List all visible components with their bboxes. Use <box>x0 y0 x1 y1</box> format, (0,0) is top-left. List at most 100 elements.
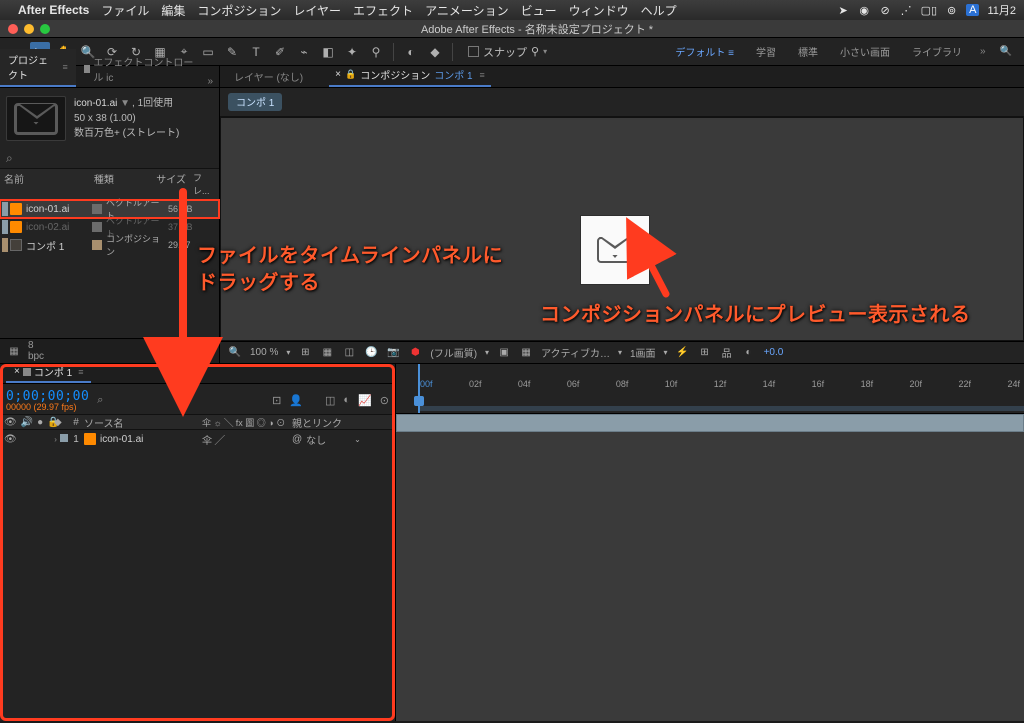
mask-mode-icon[interactable]: ◐ <box>401 42 421 62</box>
parent-dropdown[interactable]: なし <box>306 432 326 447</box>
lock-icon[interactable]: 🔒 <box>345 69 356 80</box>
col-switches[interactable]: 伞 ☼ ╲ fx 圖 ◎ ◑ ⊙ <box>202 416 292 429</box>
tab-effect-controls[interactable]: エフェクトコントロール ic <box>76 51 202 87</box>
project-search[interactable]: ⌕ <box>0 149 219 168</box>
col-size[interactable]: サイズ <box>156 171 193 197</box>
col-source-name[interactable]: ソース名 <box>84 415 202 430</box>
timeline-icon[interactable]: ⊞ <box>698 347 712 358</box>
layer-switches[interactable]: 伞 ╱ <box>202 432 292 447</box>
eye-header-icon[interactable]: 👁 <box>4 417 17 428</box>
asset-row[interactable]: icon-01.ai ベクトルアート 56 KB <box>0 200 219 218</box>
comp-mini-icon[interactable]: ⊡ <box>272 394 281 407</box>
tab-menu-icon[interactable]: ≡ <box>62 62 67 72</box>
timeline-tab[interactable]: × コンポ 1 ≡ <box>6 362 91 383</box>
workspace-standard[interactable]: 標準 <box>788 42 828 61</box>
layer-label-icon[interactable] <box>60 434 68 442</box>
pickwhip-icon[interactable]: @ <box>292 434 302 445</box>
channels-icon[interactable]: ⬢ <box>408 347 422 358</box>
magnify-icon[interactable]: 🔍 <box>228 347 242 358</box>
solo-header-icon[interactable]: ● <box>37 417 43 428</box>
trash-icon[interactable]: 🗑 <box>197 343 213 359</box>
comp-name-link[interactable]: コンポ 1 <box>434 67 472 82</box>
roi-icon[interactable]: ▣ <box>497 347 511 358</box>
timeline-track-area[interactable]: 00f 02f 04f 06f 08f 10f 12f 14f 16f 18f … <box>396 364 1024 721</box>
pen-tool-icon[interactable]: ✎ <box>222 42 242 62</box>
roto-tool-icon[interactable]: ✦ <box>342 42 362 62</box>
workspace-overflow-icon[interactable]: » <box>974 46 992 57</box>
workspace-library[interactable]: ライブラリ <box>902 42 972 61</box>
tab-project[interactable]: プロジェクト ≡ <box>0 49 76 87</box>
workspace-small[interactable]: 小さい画面 <box>830 42 900 61</box>
audio-header-icon[interactable]: 🔊 <box>21 417 33 428</box>
menu-animation[interactable]: アニメーション <box>425 2 509 19</box>
panel-overflow-icon[interactable]: » <box>201 76 219 87</box>
label-color-icon[interactable] <box>2 202 8 216</box>
snap-checkbox-icon[interactable] <box>468 46 479 57</box>
timeline-search[interactable]: ⌕ <box>97 394 167 407</box>
snap-toggle[interactable]: スナップ ⚲ ▾ <box>468 44 547 60</box>
asset-thumbnail[interactable] <box>6 96 66 141</box>
full-res-icon[interactable]: ⊞ <box>298 347 312 358</box>
col-type[interactable]: 種類 <box>94 171 156 197</box>
close-window-icon[interactable] <box>8 24 18 34</box>
motion-blur-icon[interactable]: ◐ <box>343 394 350 407</box>
app-name[interactable]: After Effects <box>18 3 89 17</box>
flowchart-pill[interactable]: コンポ 1 <box>228 93 282 111</box>
draft3d-icon[interactable]: ⊙ <box>380 394 389 407</box>
menu-view[interactable]: ビュー <box>521 2 557 19</box>
menu-edit[interactable]: 編集 <box>161 2 185 19</box>
camera-dropdown[interactable]: アクティブカ… <box>541 345 610 360</box>
exposure-value[interactable]: +0.0 <box>764 347 784 358</box>
grid-icon[interactable]: ▦ <box>320 347 334 358</box>
reset-exposure-icon[interactable]: ◐ <box>742 347 756 358</box>
bpc-toggle[interactable]: 8 bpc <box>28 343 44 359</box>
layer-name[interactable]: icon-01.ai <box>100 434 143 445</box>
shy-icon[interactable]: 👤 <box>289 394 303 407</box>
resolution-dropdown[interactable]: (フル画質) <box>430 345 477 360</box>
label-color-icon[interactable] <box>2 220 8 234</box>
interp-icon[interactable]: ▦ <box>6 343 22 359</box>
fast-preview-icon[interactable]: ⚡ <box>676 347 690 358</box>
ime-indicator[interactable]: A <box>966 4 979 16</box>
brush-tool-icon[interactable]: ✐ <box>270 42 290 62</box>
tab-menu-icon[interactable]: ≡ <box>78 367 83 377</box>
search-icon[interactable]: ⊚ <box>945 4 958 17</box>
timeline-layer-row[interactable]: 👁 › 1 icon-01.ai 伞 ╱ @ なし ⌄ <box>0 430 395 448</box>
work-area-bar[interactable] <box>418 406 1024 411</box>
eraser-tool-icon[interactable]: ◧ <box>318 42 338 62</box>
shape-mode-icon[interactable]: ◆ <box>425 42 445 62</box>
tab-menu-icon[interactable]: ≡ <box>480 70 485 80</box>
graph-editor-icon[interactable]: 📈 <box>358 394 372 407</box>
label-color-icon[interactable] <box>2 238 8 252</box>
asset-row[interactable]: コンポ 1 コンポジション 29.97 <box>0 236 219 254</box>
layer-duration-bar[interactable] <box>396 414 1024 432</box>
clock-icon[interactable]: 🕒 <box>364 347 378 358</box>
composition-canvas[interactable] <box>220 117 1024 341</box>
frame-blend-icon[interactable]: ◫ <box>325 394 335 407</box>
col-parent[interactable]: 親とリンク <box>292 415 372 430</box>
minimize-window-icon[interactable] <box>24 24 34 34</box>
time-ruler[interactable]: 00f 02f 04f 06f 08f 10f 12f 14f 16f 18f … <box>396 364 1024 414</box>
project-search-input[interactable] <box>17 153 213 165</box>
timeline-search-input[interactable] <box>107 395 167 406</box>
puppet-tool-icon[interactable]: ⚲ <box>366 42 386 62</box>
zoom-level[interactable]: 100 % <box>250 347 278 358</box>
workspace-learn[interactable]: 学習 <box>746 42 786 61</box>
timeline-tracks[interactable] <box>396 414 1024 721</box>
col-name[interactable]: 名前 <box>4 171 81 197</box>
snapshot-icon[interactable]: 📷 <box>386 347 400 358</box>
label-swatch-icon[interactable] <box>92 204 102 214</box>
label-swatch-icon[interactable] <box>92 222 102 232</box>
preview-icon-artwork[interactable] <box>581 216 649 284</box>
menu-layer[interactable]: レイヤー <box>293 2 341 19</box>
tab-composition-viewer[interactable]: × 🔒 コンポジション コンポ 1 ≡ <box>329 64 491 87</box>
search-help-icon[interactable]: 🔍 <box>994 46 1018 57</box>
traffic-lights[interactable] <box>8 24 50 34</box>
mask-icon[interactable]: ◫ <box>342 347 356 358</box>
menu-file[interactable]: ファイル <box>101 2 149 19</box>
menu-help[interactable]: ヘルプ <box>641 2 677 19</box>
clone-tool-icon[interactable]: ⌁ <box>294 42 314 62</box>
workspace-default[interactable]: デフォルト ≡ <box>665 42 744 61</box>
menu-composition[interactable]: コンポジション <box>197 2 281 19</box>
label-header-icon[interactable]: ◆ <box>54 417 68 428</box>
